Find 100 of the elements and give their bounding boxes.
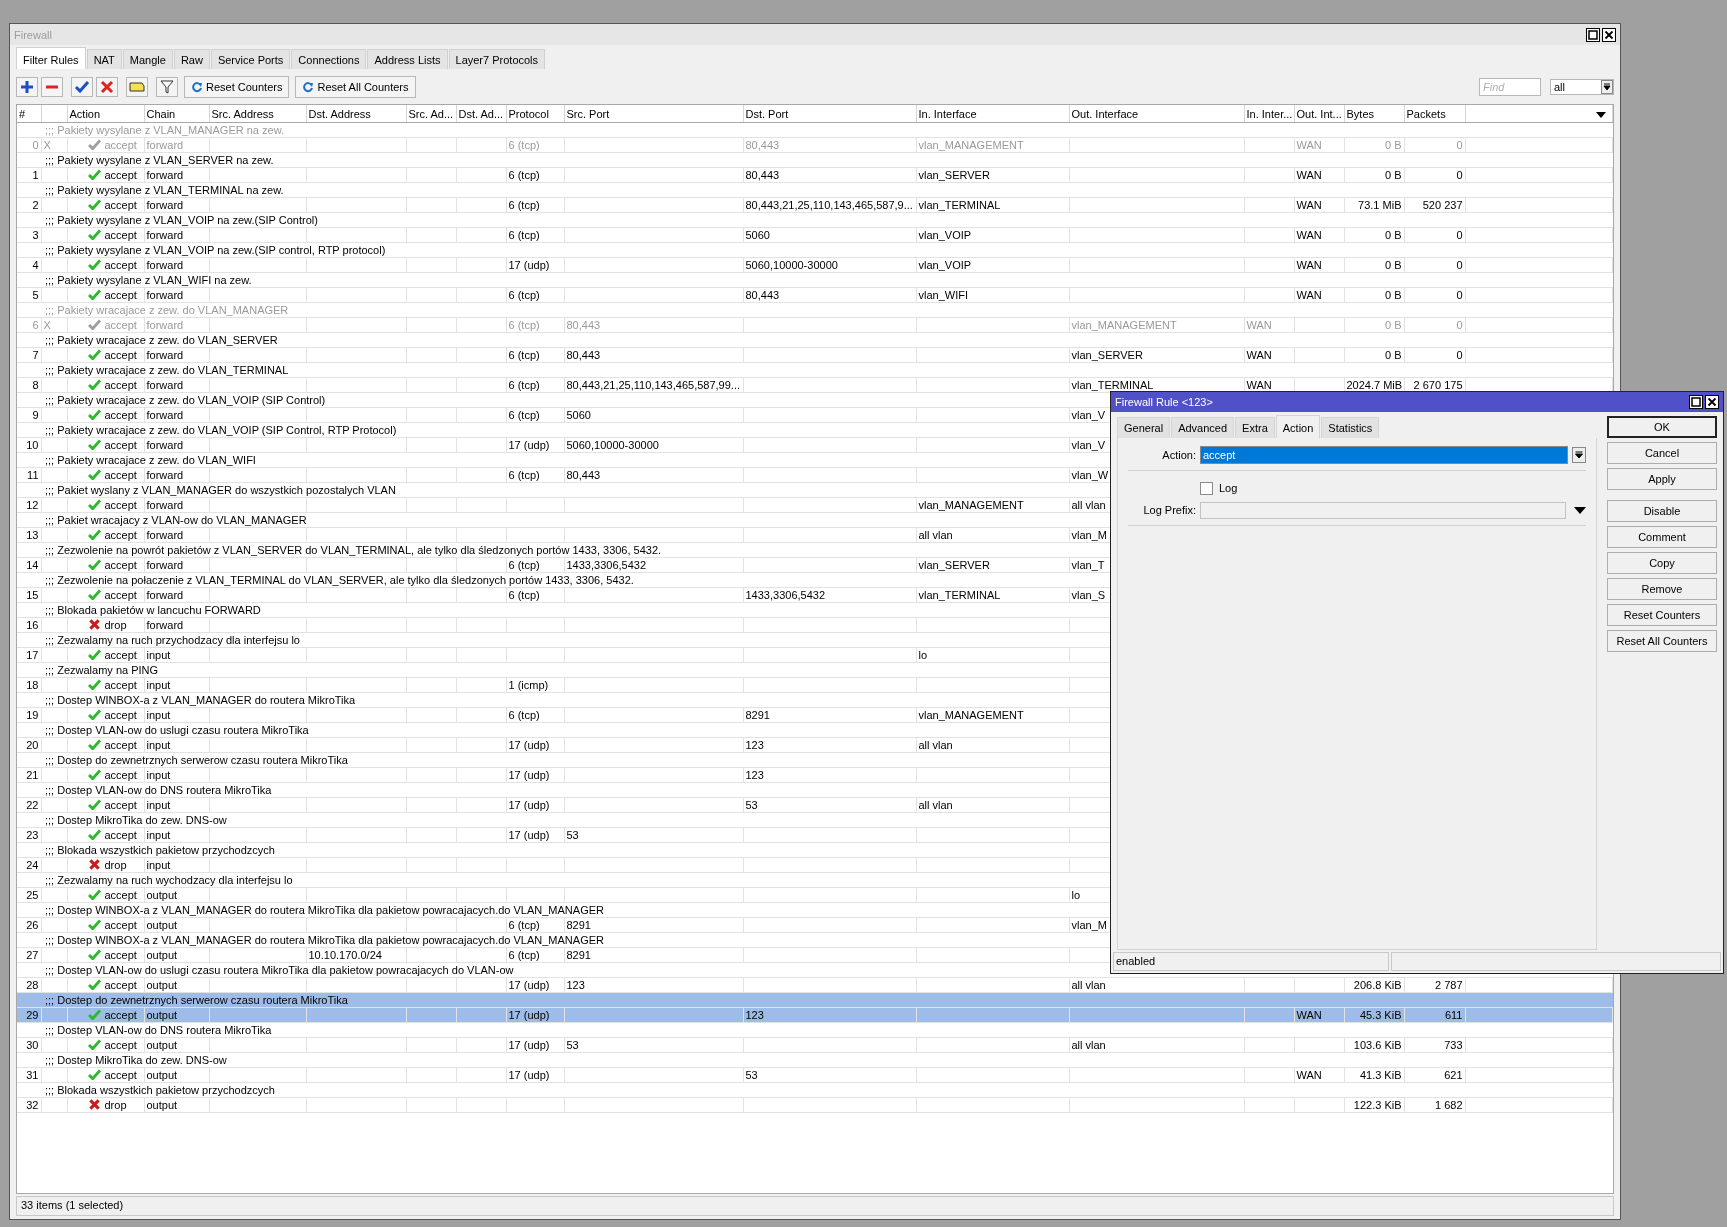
table-cell: 16 xyxy=(26,619,39,631)
rule-row[interactable]: 32 drop output 122.3 KiB 1 682 xyxy=(17,1097,1613,1113)
reset-button[interactable]: Reset Counters xyxy=(184,76,290,98)
table-cell: 53 xyxy=(745,799,758,811)
rule-comment: ;;; Dostep VLAN-ow do DNS routera MikroTika xyxy=(45,1024,272,1036)
table-cell: 1 xyxy=(32,169,39,181)
rule-row[interactable]: 7 accept forward 6 (tcp) 80,443 vlan_SERVER WAN 0 B 0 xyxy=(17,347,1613,363)
check-icon[interactable] xyxy=(71,77,93,97)
tab[interactable]: Address Lists xyxy=(367,49,448,69)
filter-dropdown[interactable]: all xyxy=(1550,79,1614,95)
rule-row[interactable]: 28 accept output 17 (udp) 123 all vlan 206.8 KiB 2 787 xyxy=(17,977,1613,993)
column-header[interactable]: Src. Port xyxy=(566,107,610,120)
table-cell: accept xyxy=(104,889,137,901)
check-icon xyxy=(87,1009,101,1020)
column-header[interactable]: Action xyxy=(69,107,101,120)
column-header[interactable]: Dst. Port xyxy=(745,107,789,120)
cross-icon xyxy=(87,859,101,870)
rule-row[interactable]: 4 accept forward 17 (udp) 5060,10000-30000 vlan_VOIP WAN 0 B 0 xyxy=(17,257,1613,273)
table-cell: 123 xyxy=(745,1009,764,1021)
dropdown-icon[interactable] xyxy=(1596,111,1606,118)
dialog-button[interactable]: Apply xyxy=(1607,468,1717,490)
rule-row[interactable]: 3 accept forward 6 (tcp) 5060 vlan_VOIP WAN 0 B 0 xyxy=(17,227,1613,243)
column-header[interactable]: Dst. Address xyxy=(308,107,371,120)
table-cell: forward xyxy=(146,259,184,271)
tab[interactable]: Action xyxy=(1275,415,1321,438)
tab[interactable]: Raw xyxy=(173,49,210,69)
reset-button[interactable]: Reset All Counters xyxy=(295,76,416,98)
table-cell: 0 B xyxy=(1385,139,1402,151)
check-icon xyxy=(87,919,101,930)
tab[interactable]: NAT xyxy=(86,49,122,69)
dialog-button[interactable]: OK xyxy=(1607,416,1717,438)
maximize-icon[interactable] xyxy=(1689,395,1703,409)
maximize-icon[interactable] xyxy=(1586,27,1600,42)
table-cell: 20 xyxy=(26,739,39,751)
table-cell: 7 xyxy=(32,349,39,361)
remove-icon[interactable] xyxy=(41,77,63,97)
column-header[interactable]: Dst. Ad... xyxy=(458,107,504,120)
table-cell: forward xyxy=(146,619,184,631)
log-prefix-field[interactable] xyxy=(1200,501,1566,519)
column-header[interactable]: Bytes xyxy=(1346,107,1374,120)
action-dropdown[interactable]: accept xyxy=(1200,446,1568,464)
table-cell: 6 (tcp) xyxy=(508,169,540,181)
table-cell: forward xyxy=(146,379,184,391)
rule-row[interactable]: 2 accept forward 6 (tcp) 80,443,21,25,110,143,465,587,9... vlan_TERMINAL WAN 73.1 MiB 520 237 xyxy=(17,197,1613,213)
close-icon[interactable] xyxy=(1602,27,1616,42)
add-icon[interactable] xyxy=(16,77,38,97)
tab[interactable]: General xyxy=(1117,417,1171,438)
dropdown-icon[interactable] xyxy=(1572,447,1586,463)
column-header[interactable]: Packets xyxy=(1406,107,1446,120)
tab[interactable]: Layer7 Protocols xyxy=(448,49,546,69)
column-header[interactable]: Protocol xyxy=(508,107,549,120)
column-header[interactable]: In. Inter... xyxy=(1246,107,1293,120)
table-cell: 17 (udp) xyxy=(508,979,550,991)
dialog-button[interactable]: Remove xyxy=(1607,578,1717,600)
tab[interactable]: Connections xyxy=(291,49,367,69)
close-icon[interactable] xyxy=(1705,395,1719,409)
table-cell: accept xyxy=(104,559,137,571)
table-cell: output xyxy=(146,919,178,931)
dialog-button[interactable]: Cancel xyxy=(1607,442,1717,464)
column-header[interactable]: Out. Int... xyxy=(1296,107,1342,120)
table-cell: vlan_S xyxy=(1071,589,1106,601)
dialog-button[interactable]: Disable xyxy=(1607,500,1717,522)
column-header[interactable]: # xyxy=(19,107,26,120)
note-icon[interactable] xyxy=(126,77,148,97)
rule-row[interactable]: 5 accept forward 6 (tcp) 80,443 vlan_WIFI WAN 0 B 0 xyxy=(17,287,1613,303)
column-header[interactable]: Src. Address xyxy=(211,107,274,120)
filter-icon[interactable] xyxy=(156,77,178,97)
tab[interactable]: Service Ports xyxy=(210,49,291,69)
column-header[interactable]: Chain xyxy=(146,107,176,120)
tab[interactable]: Statistics xyxy=(1321,417,1380,438)
table-cell: 0 xyxy=(1456,139,1463,151)
tab[interactable]: Mangle xyxy=(122,49,173,69)
table-cell: 80,443 xyxy=(745,289,780,301)
tab[interactable]: Extra xyxy=(1235,417,1275,438)
log-checkbox[interactable] xyxy=(1200,481,1213,495)
table-cell: all vlan xyxy=(918,799,953,811)
table-cell: 6 (tcp) xyxy=(508,919,540,931)
column-header[interactable]: Src. Ad... xyxy=(408,107,454,120)
tab[interactable]: Filter Rules xyxy=(16,47,86,69)
dialog-button[interactable]: Copy xyxy=(1607,552,1717,574)
rule-row[interactable]: 1 accept forward 6 (tcp) 80,443 vlan_SERVER WAN 0 B 0 xyxy=(17,167,1613,183)
column-header[interactable]: Out. Interface xyxy=(1071,107,1139,120)
table-cell: accept xyxy=(104,529,137,541)
dialog-button[interactable]: Reset Counters xyxy=(1607,604,1717,626)
cross-icon[interactable] xyxy=(96,77,118,97)
dialog-button[interactable]: Reset All Counters xyxy=(1607,630,1717,652)
table-cell: WAN xyxy=(1296,1069,1322,1081)
rule-row[interactable]: 31 accept output 17 (udp) 53 WAN 41.3 KiB 621 xyxy=(17,1067,1613,1083)
rule-row[interactable]: 30 accept output 17 (udp) 53 all vlan 103.6 KiB 733 xyxy=(17,1037,1613,1053)
search-field[interactable]: Find xyxy=(1479,78,1541,96)
table-cell: forward xyxy=(146,349,184,361)
dialog-button[interactable]: Comment xyxy=(1607,526,1717,548)
table-cell: 45.3 KiB xyxy=(1359,1009,1402,1021)
rule-row[interactable]: 29 accept output 17 (udp) 123 WAN 45.3 KiB 611 xyxy=(17,1007,1613,1023)
table-cell: 15 xyxy=(26,589,39,601)
tab[interactable]: Advanced xyxy=(1171,417,1235,438)
dropdown-icon[interactable] xyxy=(1601,80,1613,94)
column-header[interactable]: In. Interface xyxy=(918,107,977,120)
dropdown-icon[interactable] xyxy=(1574,506,1586,514)
rule-comment: ;;; Dostep VLAN-ow do uslugi czasu routera MikroTika xyxy=(45,724,309,736)
